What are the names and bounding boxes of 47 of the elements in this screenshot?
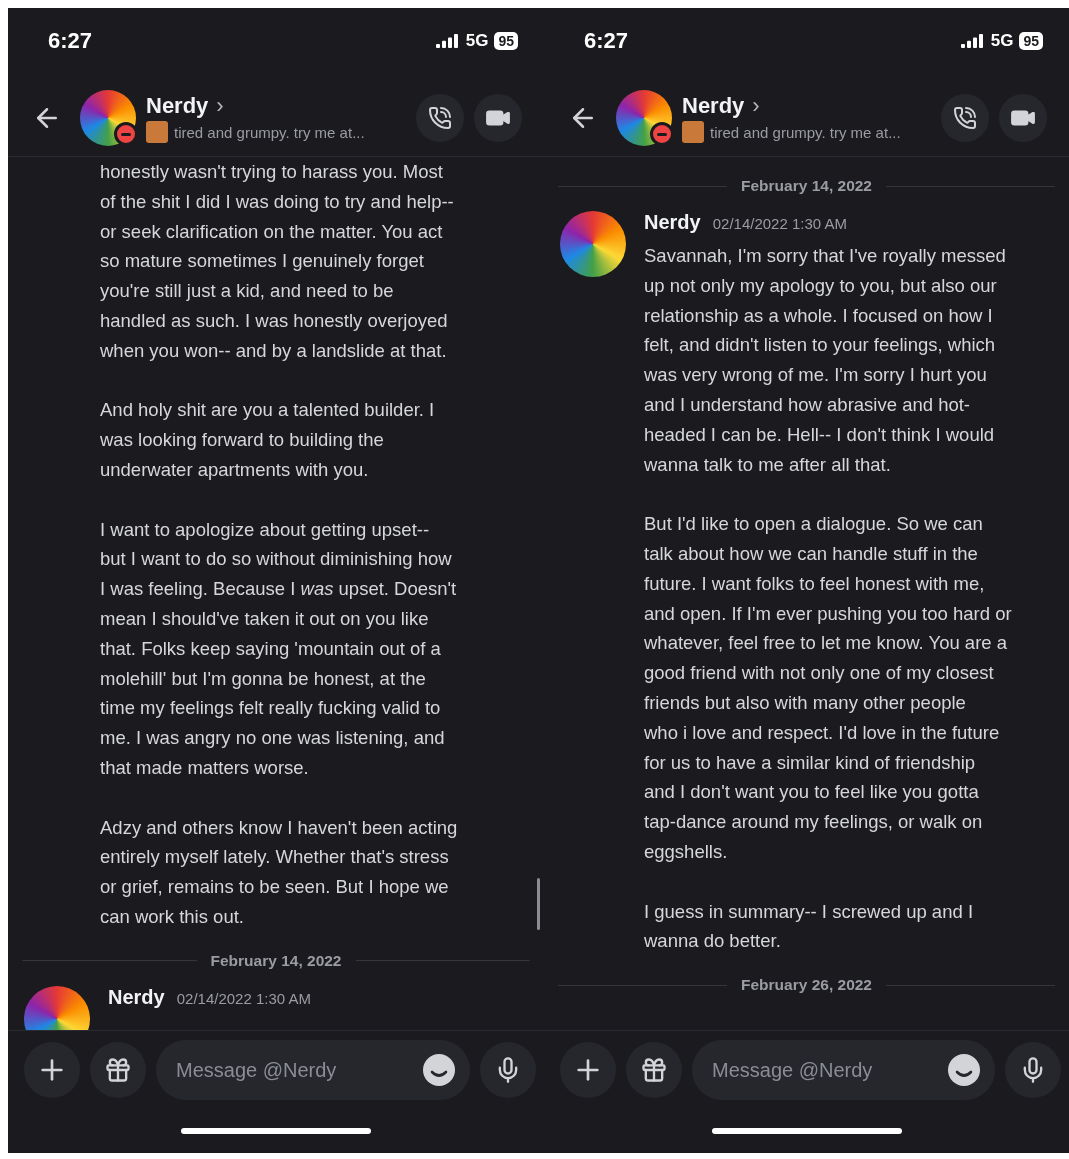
message-paragraph: I want to apologize about getting upset-- but I want to do so without diminishing how I was feeling. Because I was upset. Doesn't mean I should've taken it out on you like that. Folks keep saying 'mountain out of a molehill' but I'm gonna be honest, at the time my feelings felt really fucking valid to me. I was angry no one was listening, and that made matters worse. [100, 517, 458, 780]
message-paragraph: But I'd like to open a dialogue. So we can talk about how we can handle stuff in the future. I want folks to feel honest with me, and open. If I'm ever pushing you too hard or whatever, feel free to let me know. You are a good friend with not only one of my closest friends but also with many other people who i love and respect. I'd love in the future for us to have a similar kind of friendship and I don't want you to feel like you gotta tap-dance around my feelings, or walk on eggshells. [644, 512, 1012, 864]
message-paragraph: Adzy and others know I haven't been acting entirely myself lately. Whether that's stress or grief, remains to be seen. But I hope we can work this out. [100, 815, 459, 929]
battery-level: 95 [494, 32, 518, 50]
status-time: 6:27 [584, 28, 629, 54]
message-paragraph: Savannah, I'm sorry that I've royally messed up not only my apology to you, but also our relationship as a whole. I focused on how I felt, and didn't listen to your feelings, which was very wrong of me. I'm sorry I hurt you and I understand how abrasive and hot- headed I can be. Hell-- I don't think I would wanna talk to me after all that. [644, 244, 1007, 477]
contact-name[interactable]: Nerdy [682, 93, 745, 119]
network-label: 5G [465, 31, 489, 51]
message-paragraph: I guess in summary-- I screwed up and I wanna do better. [644, 899, 975, 954]
message-input[interactable]: Message @Nerdy [156, 1040, 470, 1100]
do-not-disturb-icon [650, 122, 674, 146]
message-paragraph: And holy shit are you a talented builder. I was looking forward to building the underwater apartments with you. [100, 398, 436, 482]
message-timestamp: 02/14/2022 1:30 AM [712, 215, 847, 232]
signal-icon [435, 34, 460, 48]
date-divider-label: February 14, 2022 [741, 177, 872, 195]
video-call-button[interactable] [474, 94, 522, 142]
signal-icon [960, 34, 985, 48]
date-divider-label: February 26, 2022 [741, 976, 872, 995]
author-name[interactable]: Nerdy [644, 211, 701, 234]
custom-status: tired and grumpy. try me at... [174, 123, 365, 141]
avatar-image[interactable] [616, 90, 672, 146]
contact-name[interactable]: Nerdy [146, 93, 209, 119]
message-input[interactable]: Message @Nerdy [692, 1040, 995, 1100]
status-time: 6:27 [48, 28, 93, 54]
gift-icon [104, 1056, 132, 1084]
video-call-button[interactable] [999, 94, 1047, 142]
smiley-icon[interactable] [947, 1053, 981, 1087]
smiley-icon[interactable] [422, 1053, 456, 1087]
message-paragraph: honestly wasn't trying to harass you. Most of the shit I did I was doing to try and help-- or seek clarification on the matter. You act so mature sometimes I genuinely forget you're still just a kid, and need to be handled as such. I was honestly overjoyed when you won-- and by a landslide at that. [100, 160, 455, 363]
voice-call-button[interactable] [416, 94, 464, 142]
chevron-icon[interactable]: › [752, 93, 760, 119]
do-not-disturb-icon [114, 122, 138, 146]
gift-icon [640, 1056, 668, 1084]
status-emoji-image [682, 121, 704, 143]
voice-call-button[interactable] [941, 94, 989, 142]
custom-status: tired and grumpy. try me at... [710, 123, 901, 141]
date-divider-label: February 14, 2022 [210, 951, 342, 970]
phone-icon [953, 106, 977, 130]
network-label: 5G [990, 31, 1014, 51]
author-name[interactable]: Nerdy [108, 985, 165, 1009]
message-timestamp: 02/14/2022 1:30 AM [176, 989, 311, 1007]
chevron-icon[interactable]: › [216, 93, 224, 119]
avatar-image[interactable] [80, 90, 136, 146]
battery-level: 95 [1019, 32, 1043, 50]
scrollbar [537, 878, 540, 930]
phone-icon [428, 106, 452, 130]
status-emoji-image [146, 121, 168, 143]
